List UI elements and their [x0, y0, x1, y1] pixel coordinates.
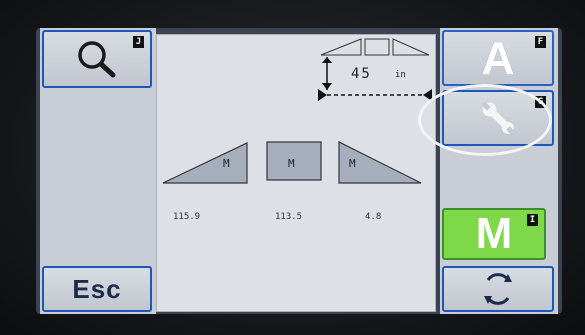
- manual-mode-letter: M: [475, 209, 513, 258]
- hotkey-badge-f: F: [535, 36, 546, 48]
- left-button-column: J Esc: [40, 28, 156, 314]
- section-right-mode: M: [349, 157, 356, 170]
- rotate-arrows-icon: [484, 273, 512, 305]
- section-center-mode: M: [288, 157, 295, 170]
- hotkey-badge-i: I: [527, 214, 538, 226]
- width-dimension-marker: [318, 57, 432, 101]
- boom-width-icon: [320, 38, 430, 56]
- manual-mode-button[interactable]: M I: [442, 208, 546, 260]
- auto-mode-letter: A: [481, 32, 515, 84]
- section-left-mode: M: [223, 157, 230, 170]
- section-left-value: 115.9: [173, 212, 201, 222]
- section-center-value: 113.5: [275, 212, 303, 222]
- toggle-view-button[interactable]: [442, 266, 554, 312]
- esc-label: Esc: [72, 273, 122, 304]
- section-right-value: 4.8: [365, 212, 382, 222]
- magnifier-icon: [78, 41, 116, 78]
- auto-mode-button[interactable]: A F: [442, 30, 554, 86]
- display-screen: J Esc M M M 45 in 115.9 113.5 4.8 A F G …: [36, 28, 562, 314]
- boom-width-value: 45: [351, 66, 372, 82]
- highlight-circle-annotation: [418, 84, 552, 156]
- boom-width-unit: in: [395, 70, 406, 80]
- boom-section-display: M M M 45 in 115.9 113.5 4.8: [156, 34, 436, 312]
- hotkey-badge-j: J: [133, 36, 144, 48]
- section-left-shape[interactable]: [162, 142, 248, 184]
- esc-button[interactable]: Esc: [42, 266, 152, 312]
- right-button-column: A F G M I: [440, 28, 558, 314]
- search-button[interactable]: J: [42, 30, 152, 88]
